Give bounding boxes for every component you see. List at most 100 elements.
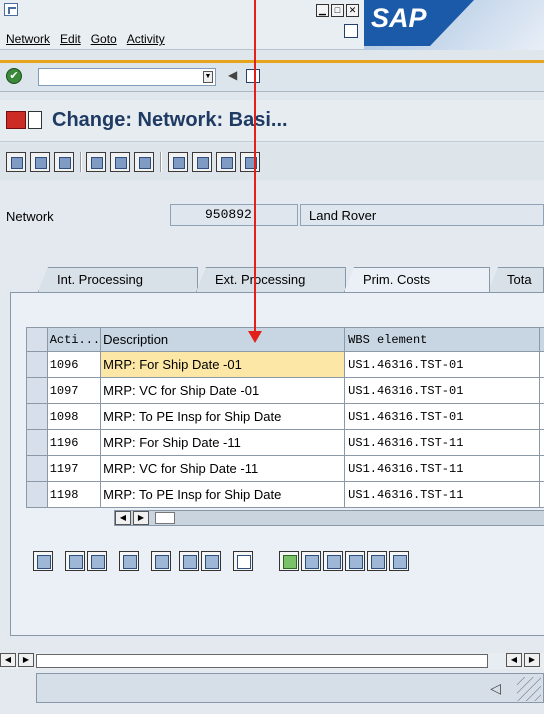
row-selector[interactable]: [26, 351, 48, 378]
deselect-all-icon[interactable]: [87, 551, 107, 571]
select-all-icon[interactable]: [65, 551, 85, 571]
milestone-diamond-icon[interactable]: [345, 551, 365, 571]
row-selector[interactable]: [26, 455, 48, 482]
wbs-cell[interactable]: US1.46316.TST-01: [344, 351, 541, 378]
command-history-dropdown-icon[interactable]: ▼: [203, 71, 213, 83]
menu-goto[interactable]: Goto: [91, 32, 117, 46]
scroll-thumb[interactable]: [155, 512, 175, 524]
network-header-icon[interactable]: [54, 152, 74, 172]
check-icon[interactable]: [179, 551, 199, 571]
scroll-right-icon[interactable]: ▶: [133, 511, 149, 525]
delete-icon[interactable]: [233, 551, 253, 571]
description-cell[interactable]: MRP: VC for Ship Date -01: [100, 377, 346, 404]
row-selector[interactable]: [26, 429, 48, 456]
save-layout-icon[interactable]: [246, 69, 260, 83]
resize-grip-icon[interactable]: [517, 677, 541, 701]
system-menu-icon[interactable]: [4, 3, 18, 16]
description-cell[interactable]: MRP: VC for Ship Date -11: [100, 455, 346, 482]
tab-total[interactable]: Tota: [488, 267, 544, 292]
info-icon[interactable]: [201, 551, 221, 571]
tab-int-processing[interactable]: Int. Processing: [38, 267, 198, 292]
description-cell[interactable]: MRP: To PE Insp for Ship Date: [100, 403, 346, 430]
table-horizontal-scrollbar[interactable]: ◀ ▶: [114, 510, 544, 526]
detail-icon[interactable]: [33, 551, 53, 571]
insert-row-icon[interactable]: [119, 551, 139, 571]
table-row[interactable]: 1096 MRP: For Ship Date -01 US1.46316.TS…: [26, 351, 544, 378]
command-field[interactable]: ▼: [38, 68, 216, 86]
column-header-wbs[interactable]: WBS element: [344, 327, 541, 352]
scroll-right-icon[interactable]: ▶: [18, 653, 34, 667]
components-icon[interactable]: [168, 152, 188, 172]
extra-cell[interactable]: [539, 351, 544, 378]
select-all-cell[interactable]: [26, 327, 48, 352]
activity-cell[interactable]: 1098: [46, 403, 102, 430]
description-cell[interactable]: MRP: For Ship Date -01: [100, 351, 346, 378]
description-cell[interactable]: MRP: For Ship Date -11: [100, 429, 346, 456]
wbs-cell[interactable]: US1.46316.TST-11: [344, 455, 541, 482]
hierarchy-icon[interactable]: [86, 152, 106, 172]
scroll-left-icon[interactable]: ◀: [0, 653, 16, 667]
column-header-description[interactable]: Description: [100, 327, 346, 352]
chart-icon[interactable]: [134, 152, 154, 172]
screen-horizontal-scrollbar[interactable]: ◀ ▶ ◀ ▶: [0, 653, 544, 669]
back-arrow-icon[interactable]: ◀: [228, 68, 237, 82]
table-view-icon[interactable]: [30, 152, 50, 172]
document-icon[interactable]: [28, 111, 42, 129]
table-row[interactable]: 1197 MRP: VC for Ship Date -11 US1.46316…: [26, 455, 544, 482]
scroll-track[interactable]: [36, 654, 488, 668]
extra-cell[interactable]: [539, 377, 544, 404]
network-description-field[interactable]: Land Rover: [300, 204, 544, 226]
graphic-icon[interactable]: [110, 152, 130, 172]
activity-cell[interactable]: 1197: [46, 455, 102, 482]
extra-cell[interactable]: [539, 429, 544, 456]
wbs-cell[interactable]: US1.46316.TST-11: [344, 429, 541, 456]
status-expand-icon[interactable]: ◁: [490, 680, 501, 697]
menu-network[interactable]: Network: [6, 32, 50, 46]
extra-cell[interactable]: [539, 455, 544, 482]
column-header-activity[interactable]: Acti...: [46, 327, 102, 352]
activity-cell[interactable]: 1097: [46, 377, 102, 404]
tab-ext-processing[interactable]: Ext. Processing: [196, 267, 346, 292]
tab-prim-costs[interactable]: Prim. Costs: [344, 267, 490, 292]
display-change-toggle-icon[interactable]: [6, 111, 26, 129]
personnel-icon[interactable]: [240, 152, 260, 172]
scroll-left-icon[interactable]: ◀: [506, 653, 522, 667]
enter-checkmark-icon[interactable]: ✔: [6, 68, 22, 84]
table-row[interactable]: 1196 MRP: For Ship Date -11 US1.46316.TS…: [26, 429, 544, 456]
milestones-icon[interactable]: [192, 152, 212, 172]
menu-activity[interactable]: Activity: [127, 32, 165, 46]
network-structure-icon[interactable]: [323, 551, 343, 571]
relationship-icon[interactable]: [367, 551, 387, 571]
component-overview-icon[interactable]: [279, 551, 299, 571]
close-icon[interactable]: ✕: [346, 4, 359, 17]
column-header-extra[interactable]: [539, 327, 544, 352]
customize-layout-icon[interactable]: [344, 24, 358, 38]
relationships-icon[interactable]: [216, 152, 236, 172]
minimize-icon[interactable]: ▁: [316, 4, 329, 17]
scroll-left-icon[interactable]: ◀: [115, 511, 131, 525]
wbs-cell[interactable]: US1.46316.TST-11: [344, 481, 541, 508]
print-icon[interactable]: [301, 551, 321, 571]
maximize-icon[interactable]: □: [331, 4, 344, 17]
table-row[interactable]: 1098 MRP: To PE Insp for Ship Date US1.4…: [26, 403, 544, 430]
detail-view-icon[interactable]: [6, 152, 26, 172]
activity-cell[interactable]: 1096: [46, 351, 102, 378]
menu-edit[interactable]: Edit: [60, 32, 81, 46]
table-header-row: Acti... Description WBS element: [26, 327, 544, 352]
activity-cell[interactable]: 1198: [46, 481, 102, 508]
table-row[interactable]: 1198 MRP: To PE Insp for Ship Date US1.4…: [26, 481, 544, 508]
copy-icon[interactable]: [389, 551, 409, 571]
row-selector[interactable]: [26, 377, 48, 404]
table-row[interactable]: 1097 MRP: VC for Ship Date -01 US1.46316…: [26, 377, 544, 404]
wbs-cell[interactable]: US1.46316.TST-01: [344, 377, 541, 404]
description-cell[interactable]: MRP: To PE Insp for Ship Date: [100, 481, 346, 508]
scroll-right-icon[interactable]: ▶: [524, 653, 540, 667]
edit-icon[interactable]: [151, 551, 171, 571]
extra-cell[interactable]: [539, 403, 544, 430]
network-number-field[interactable]: 950892: [170, 204, 298, 226]
extra-cell[interactable]: [539, 481, 544, 508]
wbs-cell[interactable]: US1.46316.TST-01: [344, 403, 541, 430]
row-selector[interactable]: [26, 403, 48, 430]
activity-cell[interactable]: 1196: [46, 429, 102, 456]
row-selector[interactable]: [26, 481, 48, 508]
